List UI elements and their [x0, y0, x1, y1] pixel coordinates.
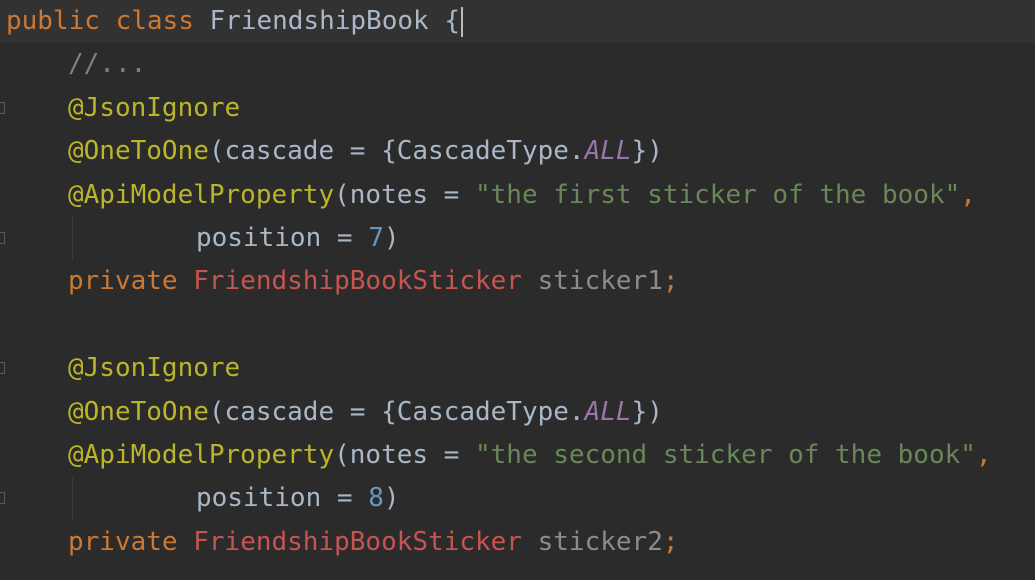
- fold-marker-icon[interactable]: [0, 101, 5, 114]
- code-token: ;: [662, 266, 679, 297]
- code-line[interactable]: private FriendshipBookSticker sticker1;: [0, 260, 1035, 303]
- code-token: position =: [196, 483, 369, 514]
- code-text: //...: [6, 43, 146, 86]
- code-token: ): [383, 223, 400, 253]
- code-token: @ApiModelProperty: [68, 440, 335, 470]
- code-text: position = 8): [6, 477, 400, 520]
- code-token: @JsonIgnore: [68, 92, 241, 123]
- code-token: FriendshipBookSticker: [193, 526, 522, 557]
- code-token: ALL: [584, 136, 632, 167]
- code-token: }): [631, 396, 663, 427]
- code-token: sticker2: [537, 526, 663, 557]
- code-line[interactable]: @OneToOne(cascade = {CascadeType.ALL}): [0, 130, 1035, 173]
- code-text: private FriendshipBookSticker sticker1;: [6, 260, 679, 303]
- code-text: @JsonIgnore: [6, 87, 240, 130]
- code-token: "the second sticker of the book": [475, 440, 976, 470]
- code-editor[interactable]: public class FriendshipBook { //... @JsonI…: [0, 0, 1035, 580]
- code-line[interactable]: position = 8): [0, 477, 1035, 521]
- code-token: FriendshipBook: [209, 6, 429, 36]
- code-line[interactable]: [0, 304, 1035, 347]
- code-token: ,: [975, 440, 992, 470]
- code-line[interactable]: //...: [0, 43, 1035, 86]
- text-caret: [460, 6, 463, 37]
- code-text: @ApiModelProperty(notes = "the second st…: [6, 434, 992, 477]
- code-token: ;: [662, 526, 679, 557]
- code-text: private FriendshipBookSticker sticker2;: [6, 521, 679, 564]
- code-token: (cascade = {CascadeType.: [208, 136, 585, 167]
- code-text: @ApiModelProperty(notes = "the first sti…: [6, 174, 976, 217]
- code-token: sticker1: [537, 266, 663, 297]
- code-token: @OneToOne: [68, 396, 209, 427]
- code-token: @OneToOne: [68, 136, 209, 167]
- fold-marker-icon[interactable]: [0, 362, 5, 375]
- code-token: //...: [68, 49, 147, 80]
- code-token: }): [631, 136, 663, 167]
- code-token: ALL: [584, 396, 632, 427]
- code-token: (notes =: [334, 440, 475, 470]
- code-token: private: [68, 266, 178, 297]
- code-line[interactable]: position = 7): [0, 217, 1035, 260]
- code-token: @ApiModelProperty: [68, 179, 335, 210]
- code-token: @JsonIgnore: [68, 353, 241, 384]
- code-token: class: [115, 6, 194, 36]
- code-token: (cascade = {CascadeType.: [208, 396, 585, 427]
- code-token: private: [68, 526, 178, 557]
- code-token: ,: [960, 179, 976, 210]
- code-line[interactable]: @ApiModelProperty(notes = "the second st…: [0, 434, 1035, 477]
- code-token: FriendshipBookSticker: [193, 266, 522, 297]
- code-text: position = 7): [6, 217, 400, 260]
- code-line[interactable]: @ApiModelProperty(notes = "the first sti…: [0, 174, 1035, 217]
- code-token: 7: [368, 223, 384, 253]
- code-text: @JsonIgnore: [6, 347, 240, 390]
- code-text: @OneToOne(cascade = {CascadeType.ALL}): [6, 391, 663, 434]
- code-token: "the first sticker of the book": [475, 179, 961, 210]
- code-text: @OneToOne(cascade = {CascadeType.ALL}): [6, 130, 663, 173]
- code-token: (notes =: [334, 179, 475, 210]
- code-line[interactable]: @JsonIgnore: [0, 347, 1035, 390]
- code-line[interactable]: @JsonIgnore: [0, 87, 1035, 130]
- fold-marker-icon[interactable]: [0, 492, 5, 505]
- code-line[interactable]: public class FriendshipBook {: [0, 0, 1035, 43]
- code-token: ): [383, 483, 400, 514]
- code-token: position =: [196, 223, 369, 253]
- code-line[interactable]: private FriendshipBookSticker sticker2;: [0, 521, 1035, 564]
- code-token: public: [6, 6, 100, 36]
- code-token: 8: [368, 483, 384, 514]
- code-text: public class FriendshipBook {: [6, 0, 463, 43]
- code-line[interactable]: @OneToOne(cascade = {CascadeType.ALL}): [0, 391, 1035, 434]
- code-token: {: [428, 6, 460, 36]
- fold-marker-icon[interactable]: [0, 232, 5, 244]
